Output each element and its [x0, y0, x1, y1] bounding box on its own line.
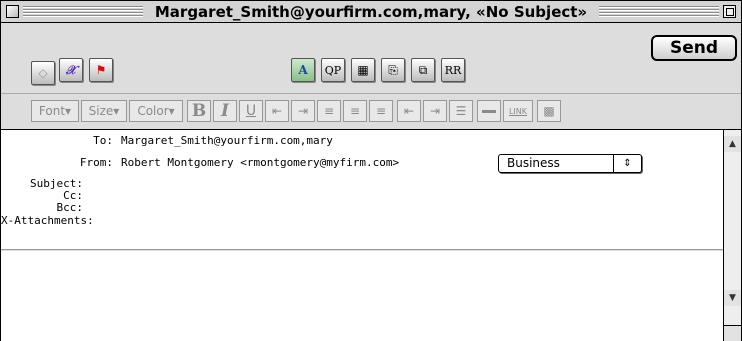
- size-menu-label: Size: [88, 104, 114, 118]
- size-menu[interactable]: Size ▾: [81, 100, 127, 122]
- zoom-box[interactable]: [723, 5, 736, 18]
- popup-arrows-icon: ⇕: [613, 155, 641, 172]
- margin-left-button[interactable]: ⇤: [397, 100, 421, 122]
- outdent-icon: ⇤: [271, 104, 283, 118]
- to-label: To:: [93, 134, 113, 147]
- color-menu-label: Color: [137, 104, 169, 118]
- align-left-button[interactable]: ≡: [317, 100, 341, 122]
- attachment-icon: ▦: [357, 63, 369, 77]
- message-headers: To: Margaret_Smith@yourfirm.com,mary From…: [1, 129, 723, 250]
- font-menu[interactable]: Font ▾: [31, 100, 79, 122]
- font-style-button[interactable]: 𝒳: [59, 58, 83, 82]
- align-right-icon: ≡: [375, 104, 387, 118]
- close-box[interactable]: [6, 5, 19, 18]
- scroll-up-icon[interactable]: ▲: [724, 136, 741, 152]
- signature-icon: ◇: [38, 66, 48, 80]
- vertical-scrollbar[interactable]: ▲ ▼: [723, 129, 741, 341]
- priority-button[interactable]: ⚑: [89, 58, 113, 82]
- margin-right-button[interactable]: ⇥: [423, 100, 447, 122]
- margin-left-icon: ⇤: [403, 104, 415, 118]
- quoted-printable-icon: QP: [324, 63, 342, 77]
- personality-value: Business: [507, 156, 560, 170]
- attachments-label: X-Attachments:: [1, 214, 94, 227]
- resize-grip-icon[interactable]: [723, 325, 741, 341]
- signature-button[interactable]: ◇: [31, 61, 55, 85]
- word-wrap-icon: ⧉: [418, 62, 428, 77]
- indent-icon: ⇥: [297, 104, 309, 118]
- title-bar[interactable]: Margaret_Smith@yourfirm.com,mary, «No Su…: [1, 1, 741, 23]
- return-receipt-icon: RR: [444, 63, 462, 77]
- quoted-printable-button[interactable]: QP: [321, 58, 345, 82]
- word-wrap-button[interactable]: ⧉: [411, 58, 435, 82]
- spell-check-button[interactable]: A: [291, 58, 315, 82]
- from-row: From: Robert Montgomery <rmontgomery@myfi…: [1, 156, 399, 169]
- horizontal-rule-icon: [482, 109, 496, 113]
- message-toolbar: ◇ 𝒳 ⚑ A QP ▦ ⎘ ⧉ RR Send: [1, 24, 741, 92]
- chevron-down-icon: ▾: [168, 104, 175, 118]
- indent-button[interactable]: ⇥: [291, 100, 315, 122]
- bullet-list-button[interactable]: ☰: [449, 100, 473, 122]
- font-menu-label: Font: [38, 104, 66, 118]
- margin-right-icon: ⇥: [429, 104, 441, 118]
- window-title: Margaret_Smith@yourfirm.com,mary, «No Su…: [143, 3, 599, 21]
- chevron-down-icon: ▾: [113, 104, 120, 118]
- align-right-button[interactable]: ≡: [369, 100, 393, 122]
- chevron-down-icon: ▾: [65, 104, 72, 118]
- spell-check-icon: A: [298, 63, 308, 77]
- priority-icon: ⚑: [95, 63, 107, 77]
- outdent-button[interactable]: ⇤: [265, 100, 289, 122]
- align-center-button[interactable]: ≡: [343, 100, 367, 122]
- underline-button[interactable]: U: [239, 100, 263, 122]
- format-toolbar: Font ▾ Size ▾ Color ▾ B I U ⇤ ⇥ ≡ ≡ ≡ ⇤ ⇥ ☰…: [1, 93, 741, 129]
- bold-button[interactable]: B: [187, 100, 211, 122]
- to-row[interactable]: To: Margaret_Smith@yourfirm.com,mary: [1, 134, 333, 147]
- horizontal-rule-button[interactable]: [477, 100, 501, 122]
- personality-popup[interactable]: Business ⇕: [498, 154, 642, 173]
- bullet-list-icon: ☰: [455, 104, 467, 118]
- color-menu[interactable]: Color ▾: [129, 100, 183, 122]
- bcc-label: Bcc:: [56, 201, 84, 214]
- attachments-row[interactable]: X-Attachments:: [1, 214, 94, 227]
- align-left-icon: ≡: [323, 104, 335, 118]
- from-label: From:: [79, 156, 113, 169]
- clear-formatting-button[interactable]: ▩: [537, 100, 561, 122]
- from-value: Robert Montgomery <rmontgomery@myfirm.co…: [121, 156, 400, 169]
- text-as-attachment-button[interactable]: ▦: [351, 58, 375, 82]
- send-button[interactable]: Send: [651, 35, 737, 61]
- keep-copies-button[interactable]: ⎘: [381, 58, 405, 82]
- compose-window: Margaret_Smith@yourfirm.com,mary, «No Su…: [0, 0, 742, 341]
- scroll-down-icon[interactable]: ▼: [724, 290, 741, 306]
- bcc-row[interactable]: Bcc:: [1, 201, 91, 214]
- align-center-icon: ≡: [349, 104, 361, 118]
- return-receipt-button[interactable]: RR: [441, 58, 465, 82]
- clear-formatting-icon: ▩: [543, 104, 555, 118]
- italic-button[interactable]: I: [213, 100, 237, 122]
- title-stripes-right: [599, 5, 719, 18]
- link-button[interactable]: LINK: [503, 100, 533, 122]
- text-style-icon: 𝒳: [65, 62, 77, 77]
- keep-copies-icon: ⎘: [388, 62, 398, 77]
- title-stripes-left: [23, 5, 143, 18]
- to-field[interactable]: Margaret_Smith@yourfirm.com,mary: [121, 134, 333, 147]
- message-body[interactable]: [1, 251, 723, 341]
